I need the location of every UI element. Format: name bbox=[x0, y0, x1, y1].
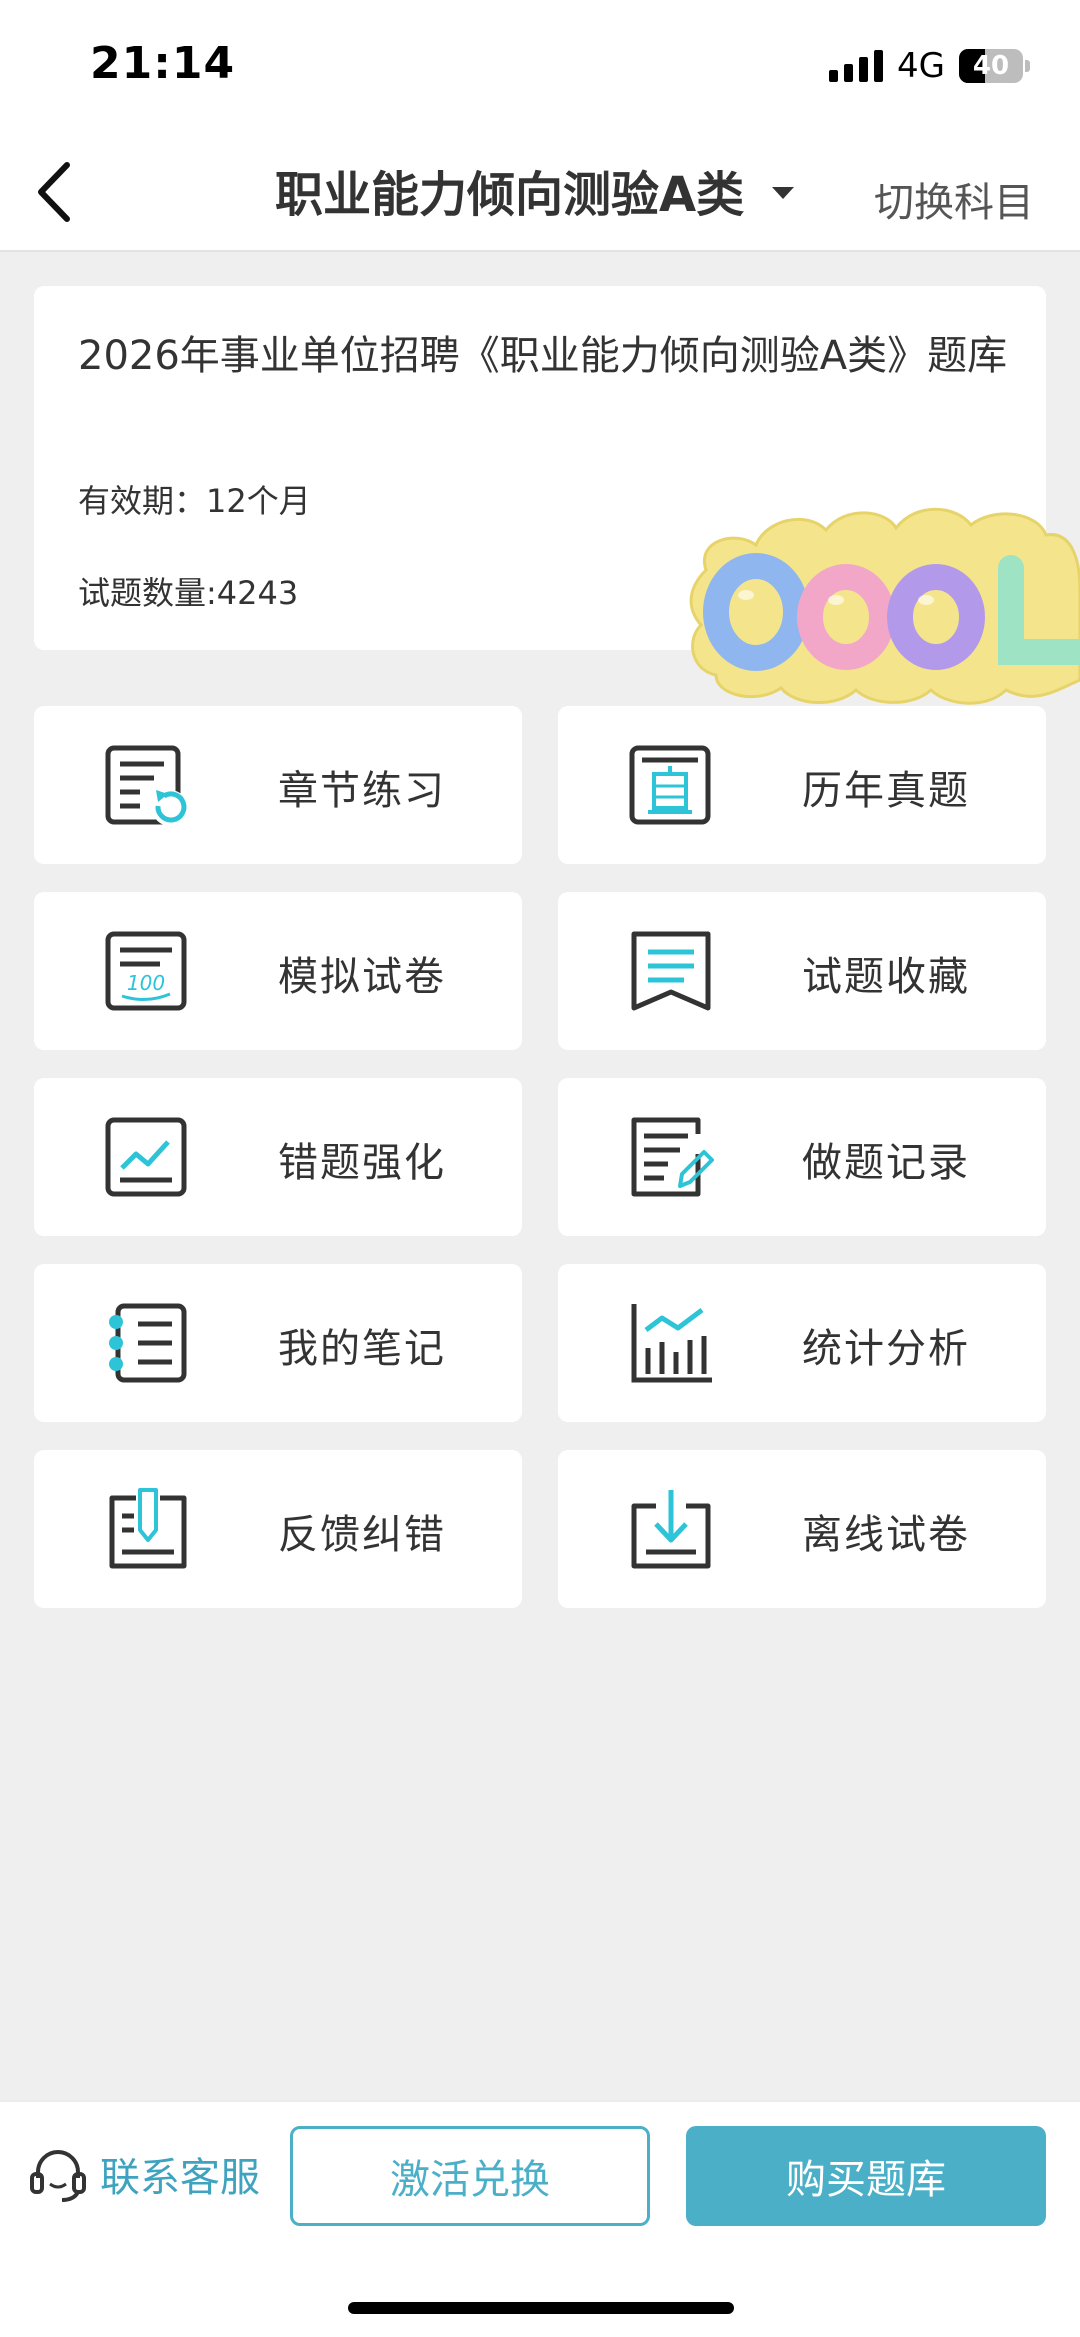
menu-item-notes[interactable]: 我的笔记 bbox=[34, 1264, 522, 1422]
menu-item-favorites[interactable]: 试题收藏 bbox=[558, 892, 1046, 1050]
offline-download-icon bbox=[631, 1490, 711, 1569]
contact-service-label: 联系客服 bbox=[100, 2155, 260, 2201]
back-arrow-icon bbox=[38, 162, 70, 222]
home-indicator[interactable] bbox=[348, 2302, 734, 2314]
menu-item-feedback[interactable]: 反馈纠错 bbox=[34, 1450, 522, 1608]
signal-strength-icon bbox=[829, 50, 884, 82]
menu-item-mock-paper[interactable]: 100 模拟试卷 bbox=[34, 892, 522, 1050]
statistics-icon bbox=[631, 1304, 712, 1383]
battery-icon: 40 bbox=[959, 49, 1023, 83]
question-count: 试题数量:4243 bbox=[78, 574, 299, 612]
back-button[interactable] bbox=[18, 154, 88, 230]
switch-subject-button[interactable]: 切换科目 bbox=[874, 170, 1034, 228]
menu-item-practice-record[interactable]: 做题记录 bbox=[558, 1078, 1046, 1236]
menu-item-statistics[interactable]: 统计分析 bbox=[558, 1264, 1046, 1422]
home-indicator-area bbox=[0, 2242, 1080, 2337]
contact-service-button[interactable]: 联系客服 bbox=[28, 2144, 260, 2204]
practice-record-icon bbox=[631, 1117, 714, 1197]
page-title: 职业能力倾向测验A类 bbox=[275, 167, 745, 223]
feedback-icon bbox=[109, 1488, 187, 1569]
svg-text:100: 100 bbox=[127, 971, 165, 995]
past-exams-icon bbox=[629, 745, 711, 825]
chapter-practice-icon bbox=[105, 745, 188, 826]
menu-item-label: 我的笔记 bbox=[278, 1326, 446, 1372]
menu-item-label: 离线试卷 bbox=[802, 1512, 970, 1558]
cool-sticker-image bbox=[689, 507, 1080, 705]
favorites-icon bbox=[631, 931, 711, 1011]
menu-item-label: 做题记录 bbox=[802, 1140, 970, 1186]
menu-item-label: 错题强化 bbox=[278, 1140, 446, 1186]
battery-cap bbox=[1025, 60, 1030, 72]
menu-item-wrong-questions[interactable]: 错题强化 bbox=[34, 1078, 522, 1236]
question-bank-title: 2026年事业单位招聘《职业能力倾向测验A类》题库 bbox=[78, 333, 1008, 379]
menu-item-label: 历年真题 bbox=[802, 768, 970, 814]
menu-item-label: 统计分析 bbox=[802, 1326, 970, 1372]
menu-item-label: 试题收藏 bbox=[802, 954, 970, 1000]
network-type: 4G bbox=[897, 46, 945, 86]
buy-question-bank-button[interactable]: 购买题库 bbox=[686, 2126, 1046, 2226]
activate-redeem-button[interactable]: 激活兑换 bbox=[290, 2126, 650, 2226]
status-indicators: 4G 40 bbox=[829, 44, 1030, 88]
menu-item-label: 模拟试卷 bbox=[278, 954, 446, 1000]
bottom-action-bar: 联系客服 激活兑换 购买题库 bbox=[0, 2100, 1080, 2242]
status-time: 21:14 bbox=[90, 38, 236, 89]
menu-item-chapter-practice[interactable]: 章节练习 bbox=[34, 706, 522, 864]
mock-paper-icon: 100 bbox=[105, 931, 187, 1011]
menu-item-label: 反馈纠错 bbox=[278, 1512, 446, 1558]
menu-item-offline-papers[interactable]: 离线试卷 bbox=[558, 1450, 1046, 1608]
headset-icon bbox=[30, 2150, 86, 2202]
subject-selector[interactable]: 职业能力倾向测验A类 bbox=[275, 158, 795, 223]
menu-item-label: 章节练习 bbox=[278, 768, 446, 814]
nav-bar: 职业能力倾向测验A类 切换科目 bbox=[0, 130, 1080, 252]
status-bar: 21:14 4G 40 bbox=[0, 0, 1080, 130]
validity-period: 有效期：12个月 bbox=[78, 482, 311, 520]
notes-icon bbox=[109, 1303, 187, 1383]
dropdown-caret-icon bbox=[772, 187, 795, 199]
wrong-questions-icon bbox=[105, 1117, 187, 1197]
battery-level: 40 bbox=[972, 51, 1010, 81]
menu-item-past-exams[interactable]: 历年真题 bbox=[558, 706, 1046, 864]
